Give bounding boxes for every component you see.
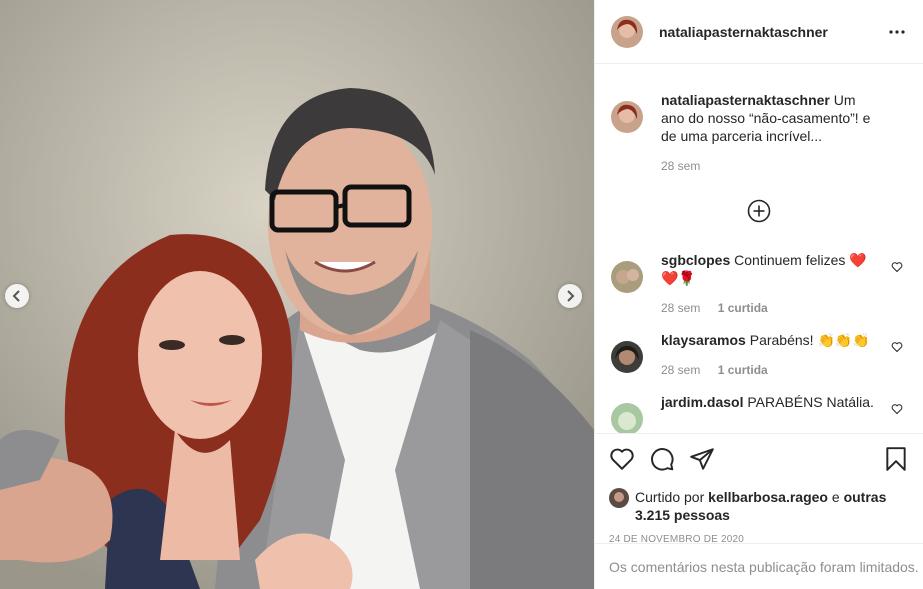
- action-icons-row: [609, 444, 909, 474]
- comment-meta: 28 sem 1 curtida: [661, 361, 881, 379]
- caption-avatar-image: [611, 101, 643, 133]
- comment-body: jardim.dasol PARABÉNS Natália.: [661, 393, 881, 411]
- liked-by: Curtido por kellbarbosa.rageo e outras 3…: [609, 488, 909, 524]
- comment-text: PARABÉNS Natália.: [747, 394, 874, 410]
- post-side-panel: nataliapasternaktaschner nataliapasterna…: [594, 0, 923, 589]
- bookmark-icon[interactable]: [883, 446, 909, 472]
- comment-heart-icon[interactable]: [891, 341, 903, 353]
- liker-avatar[interactable]: [609, 488, 629, 508]
- chevron-left-icon: [12, 290, 20, 302]
- comment-text: Parabéns! 👏👏👏: [749, 332, 870, 348]
- liked-by-prefix: Curtido por: [635, 489, 705, 505]
- comment-body: klaysaramos Parabéns! 👏👏👏 28 sem 1 curti…: [661, 331, 881, 379]
- comment-heart-icon[interactable]: [891, 261, 903, 273]
- caption-username[interactable]: nataliapasternaktaschner: [661, 92, 830, 108]
- post-caption: nataliapasternaktaschner Um ano do nosso…: [611, 81, 907, 175]
- comment-icon[interactable]: [649, 446, 675, 472]
- load-more-comments: [611, 199, 907, 223]
- comment-meta: 28 sem 1 curtida: [661, 299, 881, 317]
- commenter-avatar-image: [611, 341, 643, 373]
- comments-limited-notice: Os comentários nesta publicação foram li…: [595, 543, 923, 589]
- commenter-username[interactable]: sgbclopes: [661, 252, 730, 268]
- comment-item: sgbclopes Continuem felizes ❤️ ❤️🌹 28 se…: [611, 251, 907, 317]
- liked-by-user[interactable]: kellbarbosa.rageo: [708, 489, 828, 505]
- photo-scene: [0, 0, 594, 589]
- heart-icon[interactable]: [609, 446, 635, 472]
- more-options-button[interactable]: [887, 22, 907, 42]
- comment-item: klaysaramos Parabéns! 👏👏👏 28 sem 1 curti…: [611, 331, 907, 379]
- caption-avatar[interactable]: [611, 101, 643, 133]
- comment-likes[interactable]: 1 curtida: [718, 363, 768, 377]
- comment-likes[interactable]: 1 curtida: [718, 301, 768, 315]
- author-username[interactable]: nataliapasternaktaschner: [659, 24, 828, 40]
- caption-time[interactable]: 28 sem: [661, 159, 700, 173]
- post-photo[interactable]: [0, 0, 594, 589]
- share-icon[interactable]: [689, 446, 715, 472]
- chevron-right-icon: [567, 290, 575, 302]
- comment-heart-icon[interactable]: [891, 403, 903, 415]
- caption-body: nataliapasternaktaschner Um ano do nosso…: [661, 91, 881, 175]
- author-avatar-image: [611, 15, 643, 48]
- commenter-avatar-image: [611, 261, 643, 293]
- next-photo-button[interactable]: [558, 284, 582, 308]
- comment-body: sgbclopes Continuem felizes ❤️ ❤️🌹 28 se…: [661, 251, 881, 317]
- comment-item: jardim.dasol PARABÉNS Natália.: [611, 393, 907, 433]
- post-header: nataliapasternaktaschner: [595, 0, 923, 64]
- post-actions: Curtido por kellbarbosa.rageo e outras 3…: [595, 433, 923, 545]
- comment-time[interactable]: 28 sem: [661, 301, 700, 315]
- commenter-username[interactable]: jardim.dasol: [661, 394, 743, 410]
- author-avatar[interactable]: [611, 15, 643, 48]
- commenter-avatar[interactable]: [611, 341, 643, 373]
- commenter-avatar[interactable]: [611, 261, 643, 293]
- comment-list: sgbclopes Continuem felizes ❤️ ❤️🌹 28 se…: [611, 251, 907, 433]
- liked-by-conjunction: e: [831, 489, 840, 505]
- plus-circle-icon[interactable]: [747, 199, 771, 223]
- liked-by-text: Curtido por kellbarbosa.rageo e outras 3…: [635, 488, 909, 524]
- more-options-icon: [889, 29, 905, 34]
- caption-meta: 28 sem: [661, 157, 881, 175]
- commenter-username[interactable]: klaysaramos: [661, 332, 746, 348]
- previous-photo-button[interactable]: [5, 284, 29, 308]
- commenter-avatar[interactable]: [611, 403, 643, 433]
- comments-section[interactable]: nataliapasternaktaschner Um ano do nosso…: [595, 65, 923, 433]
- liker-avatar-image: [609, 488, 629, 508]
- comment-time[interactable]: 28 sem: [661, 363, 700, 377]
- commenter-avatar-image: [611, 403, 643, 433]
